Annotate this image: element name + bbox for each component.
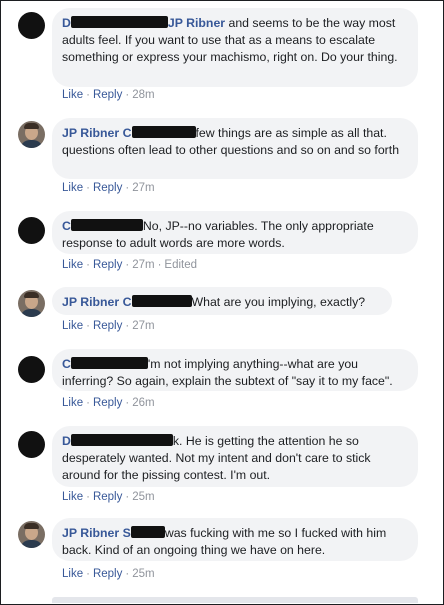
- like-link[interactable]: Like: [62, 397, 83, 409]
- like-link[interactable]: Like: [62, 568, 83, 580]
- timestamp[interactable]: 26m: [132, 397, 154, 409]
- comment-actions: Like · Reply · 27m: [62, 320, 155, 332]
- redaction: [70, 357, 148, 369]
- comment-author[interactable]: D JP Ribner: [62, 16, 225, 30]
- redaction: [70, 219, 143, 231]
- mentioned-user[interactable]: C: [123, 295, 192, 309]
- timestamp[interactable]: 27m: [132, 320, 154, 332]
- avatar[interactable]: [18, 431, 45, 458]
- comment-bubble: D JP Ribner and seems to be the way most …: [52, 8, 418, 87]
- comment-actions: Like · Reply · 27m · Edited: [62, 259, 198, 271]
- redaction: [131, 295, 192, 307]
- comment-actions: Like · Reply · 27m: [62, 182, 155, 194]
- comment-actions: Like · Reply · 25m: [62, 568, 155, 580]
- comment-author[interactable]: C: [62, 357, 148, 371]
- comment-bubble: JP Ribner C What are you implying, exactl…: [52, 287, 392, 315]
- avatar[interactable]: [18, 290, 45, 317]
- mentioned-user[interactable]: C: [123, 126, 196, 140]
- timestamp[interactable]: 25m: [132, 568, 154, 580]
- redaction: [131, 126, 196, 138]
- comment-actions: Like · Reply · 28m: [62, 89, 155, 101]
- timestamp[interactable]: 28m: [132, 89, 154, 101]
- comment-bubble: C'm not implying anything--what are you …: [52, 349, 418, 391]
- reply-link[interactable]: Reply: [93, 320, 122, 332]
- like-link[interactable]: Like: [62, 89, 83, 101]
- timestamp[interactable]: 27m: [132, 182, 154, 194]
- comment-text: What are you implying, exactly?: [191, 295, 366, 309]
- reply-link[interactable]: Reply: [93, 259, 122, 271]
- reply-link[interactable]: Reply: [93, 397, 122, 409]
- reply-link[interactable]: Reply: [93, 182, 122, 194]
- reply-link[interactable]: Reply: [93, 491, 122, 503]
- comment-author[interactable]: C: [62, 219, 143, 233]
- avatar[interactable]: [18, 121, 45, 148]
- comment-actions: Like · Reply · 25m: [62, 491, 155, 503]
- avatar[interactable]: [18, 356, 45, 383]
- timestamp[interactable]: 25m: [132, 491, 154, 503]
- timestamp[interactable]: 27m: [132, 259, 154, 271]
- comment-author[interactable]: D: [62, 434, 173, 448]
- comment-actions: Like · Reply · 26m: [62, 397, 155, 409]
- comment-author[interactable]: JP Ribner: [62, 295, 119, 309]
- comment-author[interactable]: JP Ribner: [62, 526, 119, 540]
- redaction: [130, 526, 165, 538]
- avatar[interactable]: [18, 12, 45, 39]
- avatar[interactable]: [18, 521, 45, 548]
- mentioned-user[interactable]: S: [123, 526, 165, 540]
- like-link[interactable]: Like: [62, 491, 83, 503]
- next-comment-edge: [52, 597, 418, 603]
- comment-bubble: Dk. He is getting the attention he so de…: [52, 426, 418, 487]
- reply-link[interactable]: Reply: [93, 568, 122, 580]
- redaction: [70, 16, 168, 28]
- reply-link[interactable]: Reply: [93, 89, 122, 101]
- like-link[interactable]: Like: [62, 320, 83, 332]
- like-link[interactable]: Like: [62, 259, 83, 271]
- comment-bubble: C No, JP--no variables. The only appropri…: [52, 211, 418, 254]
- edited-label[interactable]: Edited: [164, 259, 197, 271]
- like-link[interactable]: Like: [62, 182, 83, 194]
- avatar[interactable]: [18, 217, 45, 244]
- comment-bubble: JP Ribner Cfew things are as simple as a…: [52, 118, 418, 179]
- redaction: [70, 434, 173, 446]
- comment-bubble: JP Ribner Swas fucking with me so I fuck…: [52, 518, 418, 561]
- comment-author[interactable]: JP Ribner: [62, 126, 119, 140]
